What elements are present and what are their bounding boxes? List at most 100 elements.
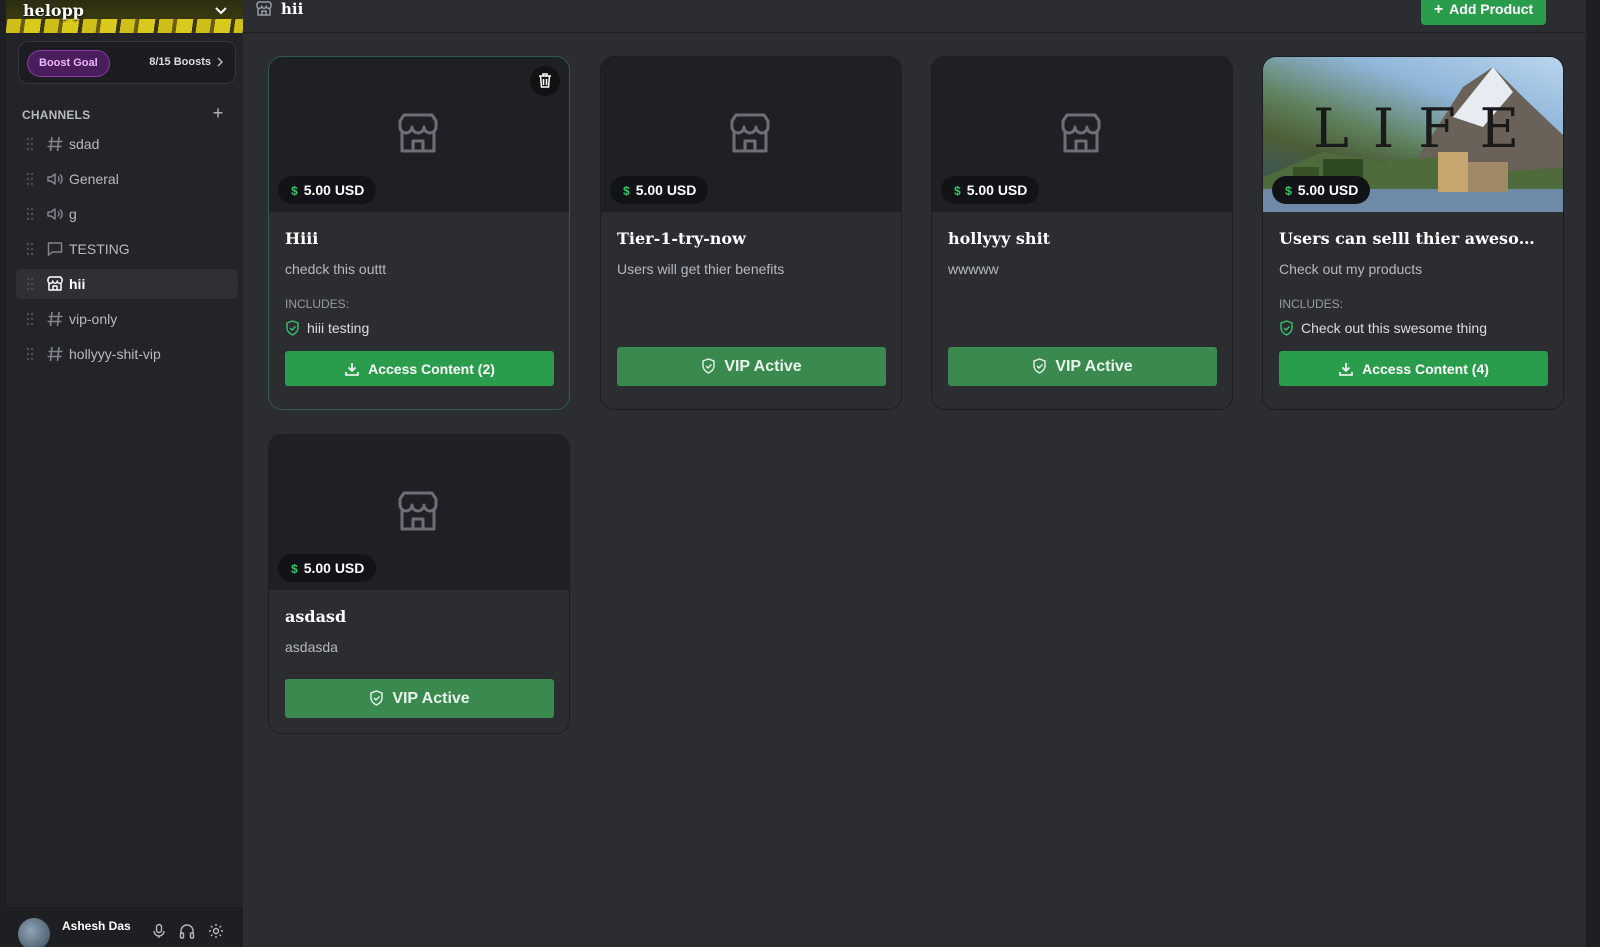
store-icon (47, 276, 63, 291)
channel-item-hii[interactable]: hii (16, 269, 238, 299)
product-image: LIFE $5.00 USD (1263, 57, 1563, 212)
right-edge (1586, 0, 1600, 947)
price-value: 5.00 USD (1297, 182, 1359, 198)
add-product-label: Add Product (1449, 0, 1534, 17)
channel-item-sdad[interactable]: sdad (16, 129, 238, 159)
shield-check-icon (702, 357, 716, 374)
price-badge: $5.00 USD (278, 176, 377, 204)
shield-check-icon (370, 689, 384, 706)
product-card: $5.00 USD Hiii chedck this outtt INCLUDE… (268, 56, 570, 410)
download-icon (345, 362, 359, 376)
delete-product-button[interactable] (530, 66, 560, 96)
product-card: LIFE $5.00 USD Users can selll thier awe… (1262, 56, 1564, 410)
include-item: hiii testing (285, 320, 369, 336)
dollar-icon: $ (623, 184, 630, 198)
hash-icon (47, 136, 63, 152)
microphone-icon[interactable] (151, 923, 167, 939)
channel-label: TESTING (69, 241, 130, 257)
shield-check-icon (1033, 357, 1047, 374)
page-title: hii (281, 0, 304, 18)
channel-item-general[interactable]: General (16, 164, 238, 194)
hash-icon (47, 346, 63, 362)
channel-sidebar: helopp Boost Goal 8/15 Boosts CHANNELS +… (6, 0, 243, 947)
channel-label: sdad (69, 136, 100, 152)
headphones-icon[interactable] (179, 923, 195, 939)
hash-icon (47, 311, 63, 327)
price-value: 5.00 USD (635, 182, 697, 198)
gear-icon[interactable] (208, 923, 224, 939)
product-image-placeholder: $5.00 USD (601, 57, 901, 212)
product-title: hollyyy shit (948, 229, 1051, 248)
vip-active-button[interactable]: VIP Active (285, 679, 554, 718)
banner-art (6, 19, 243, 33)
channel-item-vip-only[interactable]: vip-only (16, 304, 238, 334)
product-image-placeholder: $5.00 USD (269, 57, 569, 212)
product-title: Users can selll thier awesome... (1279, 229, 1549, 248)
product-description: Users will get thier benefits (617, 261, 785, 277)
channels-header: CHANNELS (22, 108, 91, 122)
price-badge: $5.00 USD (278, 554, 377, 582)
channel-item-g[interactable]: g (16, 199, 238, 229)
includes-label: INCLUDES: (285, 297, 350, 311)
access-content-button[interactable]: Access Content (2) (285, 351, 554, 386)
drag-handle-icon[interactable] (26, 207, 34, 221)
product-description: Check out my products (1279, 261, 1423, 277)
price-value: 5.00 USD (303, 182, 365, 198)
include-item-label: hiii testing (307, 320, 370, 336)
add-product-button[interactable]: + Add Product (1421, 0, 1546, 25)
boost-goal-bar[interactable]: Boost Goal 8/15 Boosts (18, 41, 236, 84)
store-icon (730, 113, 770, 153)
chevron-down-icon[interactable] (213, 2, 229, 18)
channel-label: hollyyy-shit-vip (69, 346, 161, 362)
vip-active-label: VIP Active (724, 357, 802, 375)
channel-label: vip-only (69, 311, 118, 327)
product-description: chedck this outtt (285, 261, 387, 277)
drag-handle-icon[interactable] (26, 242, 34, 256)
shield-check-icon (1280, 320, 1293, 336)
channel-item-testing[interactable]: TESTING (16, 234, 238, 264)
price-badge: $5.00 USD (941, 176, 1040, 204)
dollar-icon: $ (291, 562, 298, 576)
vip-active-label: VIP Active (1055, 357, 1133, 375)
price-value: 5.00 USD (966, 182, 1028, 198)
access-content-label: Access Content (2) (368, 360, 495, 377)
vip-active-label: VIP Active (392, 689, 470, 707)
channel-topbar: hii + Add Product (243, 0, 1600, 33)
store-icon (1061, 113, 1101, 153)
plus-icon: + (1433, 0, 1444, 18)
channel-label: g (69, 206, 77, 222)
chevron-right-icon (217, 57, 224, 67)
store-icon (256, 1, 272, 16)
server-name: helopp (23, 1, 84, 20)
shield-check-icon (286, 320, 299, 336)
includes-label: INCLUDES: (1279, 297, 1344, 311)
drag-handle-icon[interactable] (26, 137, 34, 151)
add-channel-button[interactable]: + (209, 104, 227, 122)
product-description: asdasda (285, 639, 338, 655)
access-content-label: Access Content (4) (1362, 360, 1489, 377)
trash-icon (539, 73, 551, 88)
include-item-label: Check out this swesome thing (1301, 320, 1487, 336)
dollar-icon: $ (1285, 184, 1292, 198)
channel-label: hii (69, 276, 86, 292)
product-image-placeholder: $5.00 USD (932, 57, 1232, 212)
price-value: 5.00 USD (303, 560, 365, 576)
boost-goal-badge: Boost Goal (27, 50, 110, 77)
access-content-button[interactable]: Access Content (4) (1279, 351, 1548, 386)
drag-handle-icon[interactable] (26, 312, 34, 326)
price-badge: $5.00 USD (610, 176, 709, 204)
product-card: $5.00 USD Tier-1-try-now Users will get … (600, 56, 902, 410)
product-description: wwwww (948, 261, 999, 277)
drag-handle-icon[interactable] (26, 277, 34, 291)
drag-handle-icon[interactable] (26, 172, 34, 186)
drag-handle-icon[interactable] (26, 347, 34, 361)
vip-active-button[interactable]: VIP Active (617, 347, 886, 386)
vip-active-button[interactable]: VIP Active (948, 347, 1217, 386)
download-icon (1339, 362, 1353, 376)
server-banner[interactable]: helopp (6, 0, 243, 33)
boost-count: 8/15 Boosts (149, 56, 211, 68)
avatar[interactable] (18, 918, 50, 947)
product-card: $5.00 USD asdasd asdasda VIP Active (268, 434, 570, 734)
channel-item-hollyyy-shit-vip[interactable]: hollyyy-shit-vip (16, 339, 238, 369)
chat-bubble-icon (47, 242, 63, 256)
